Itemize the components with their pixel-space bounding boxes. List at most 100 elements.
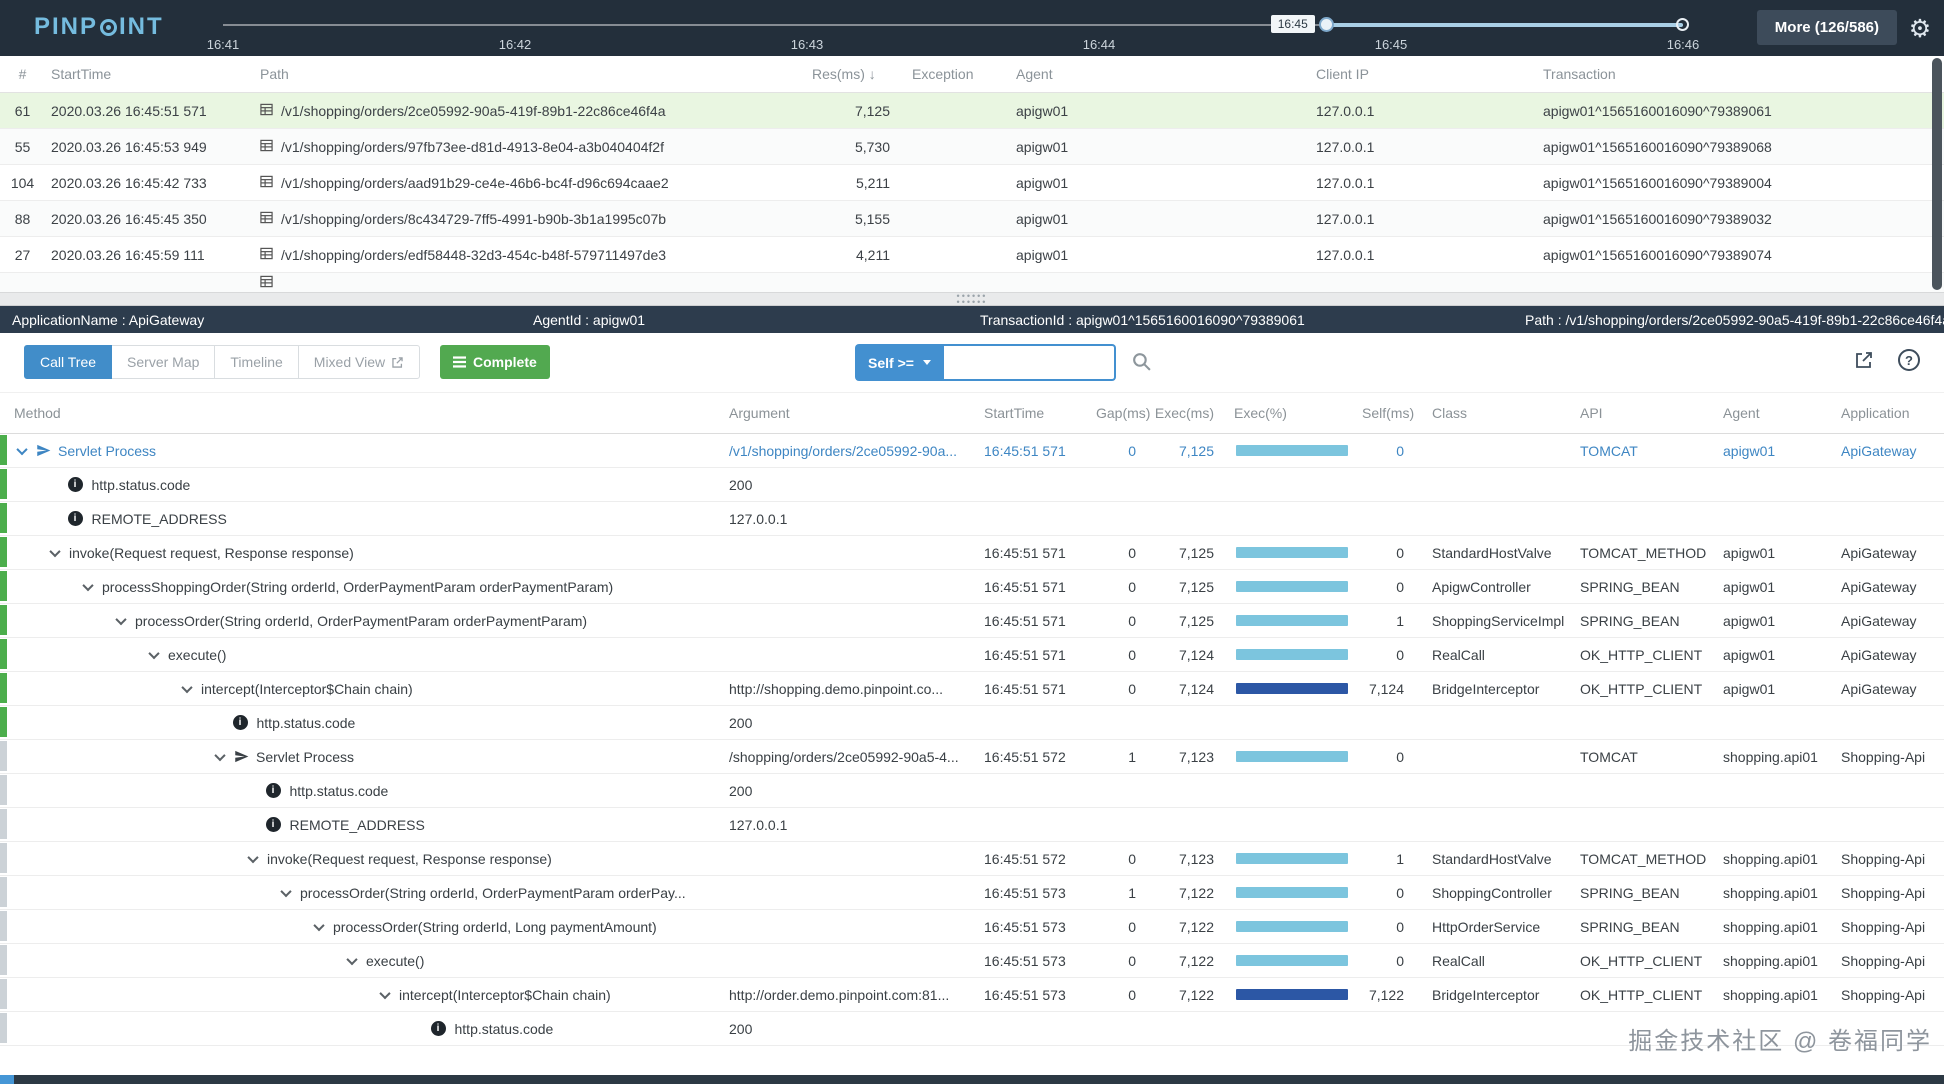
chevron-down-icon[interactable] — [181, 681, 192, 692]
tree-cell-exec-pct — [1230, 955, 1358, 966]
tree-cell-api: OK_HTTP_CLIENT — [1576, 987, 1719, 1003]
column-header-transaction[interactable]: Transaction — [1537, 66, 1944, 82]
chevron-down-icon[interactable] — [49, 545, 60, 556]
call-tree-row[interactable]: intercept(Interceptor$Chain chain)http:/… — [0, 978, 1944, 1012]
column-header-starttime[interactable]: StartTime — [45, 66, 254, 82]
call-tree-row[interactable]: invoke(Request request, Response respons… — [0, 842, 1944, 876]
call-tree-row[interactable]: processOrder(String orderId, OrderPaymen… — [0, 604, 1944, 638]
time-range-slider[interactable]: 16:45 16:4116:4216:4316:4416:4516:46 — [223, 0, 1683, 56]
chevron-down-icon[interactable] — [214, 749, 225, 760]
tree-cell-exec-ms: 7,122 — [1150, 953, 1230, 969]
tree-cell-method: Servlet Process — [0, 443, 725, 459]
tree-cell-starttime: 16:45:51 573 — [980, 987, 1092, 1003]
filter-type-select[interactable]: Self >= — [855, 344, 944, 381]
transaction-path-cell: /v1/shopping/orders/2ce05992-90a5-419f-8… — [254, 103, 806, 119]
column-header-exception[interactable]: Exception — [906, 66, 1010, 82]
complete-button[interactable]: Complete — [440, 345, 550, 379]
call-tree-row[interactable]: invoke(Request request, Response respons… — [0, 536, 1944, 570]
help-icon[interactable]: ? — [1898, 349, 1920, 371]
tab-timeline[interactable]: Timeline — [214, 345, 298, 379]
transaction-row[interactable]: 552020.03.26 16:45:53 949/v1/shopping/or… — [0, 129, 1944, 165]
external-link-icon — [391, 356, 404, 369]
chevron-down-icon[interactable] — [82, 579, 93, 590]
tree-column-argument: Argument — [725, 405, 980, 421]
call-tree-row[interactable]: Servlet Process/shopping/orders/2ce05992… — [0, 740, 1944, 774]
call-tree-row[interactable]: iREMOTE_ADDRESS127.0.0.1 — [0, 502, 1944, 536]
horizontal-scrollbar-thumb[interactable] — [0, 1075, 14, 1084]
transaction-row[interactable]: 612020.03.26 16:45:51 571/v1/shopping/or… — [0, 93, 1944, 129]
call-tree-row[interactable]: processOrder(String orderId, Long paymen… — [0, 910, 1944, 944]
method-name: processOrder(String orderId, Long paymen… — [333, 919, 657, 935]
tree-cell-application: ApiGateway — [1837, 579, 1944, 595]
tick-label: 16:44 — [1083, 37, 1116, 52]
tree-cell-argument: 127.0.0.1 — [725, 511, 980, 527]
call-tree-row[interactable]: processOrder(String orderId, OrderPaymen… — [0, 876, 1944, 910]
tree-column-exec-ms: Exec(ms) — [1150, 405, 1230, 421]
column-header-path[interactable]: Path — [254, 66, 806, 82]
transaction-row[interactable]: 882020.03.26 16:45:45 350/v1/shopping/or… — [0, 201, 1944, 237]
chevron-down-icon[interactable] — [346, 953, 357, 964]
column-header-agent[interactable]: Agent — [1010, 66, 1310, 82]
transaction-row[interactable]: 272020.03.26 16:45:59 111/v1/shopping/or… — [0, 237, 1944, 273]
tree-cell-argument: 200 — [725, 1021, 980, 1037]
tree-cell-exec-pct — [1230, 547, 1358, 558]
tree-cell-exec-pct — [1230, 853, 1358, 864]
column-header-res[interactable]: Res(ms) ↓ — [806, 66, 906, 82]
tree-cell-gap: 0 — [1092, 919, 1150, 935]
column-header-clientip[interactable]: Client IP — [1310, 66, 1537, 82]
column-header-num[interactable]: # — [0, 66, 45, 82]
call-tree-row[interactable]: execute()16:45:51 57307,1220RealCallOK_H… — [0, 944, 1944, 978]
settings-gear-icon[interactable]: ⚙ — [1902, 12, 1938, 46]
tree-cell-self: 0 — [1358, 953, 1428, 969]
chevron-down-icon[interactable] — [280, 885, 291, 896]
chevron-down-icon[interactable] — [379, 987, 390, 998]
transaction-num: 27 — [0, 247, 45, 263]
tree-cell-self: 0 — [1358, 545, 1428, 561]
call-tree-row[interactable]: intercept(Interceptor$Chain chain)http:/… — [0, 672, 1944, 706]
call-tree-row[interactable]: ihttp.status.code200 — [0, 706, 1944, 740]
toolbar-right-icons: ? — [1854, 349, 1920, 371]
transaction-path: /v1/shopping/orders/8c434729-7ff5-4991-b… — [281, 211, 666, 227]
tree-cell-agent: shopping.api01 — [1719, 953, 1837, 969]
slider-end-knob[interactable] — [1676, 18, 1689, 31]
table-icon — [260, 103, 273, 119]
tab-mixed-view[interactable]: Mixed View — [298, 345, 420, 379]
chevron-down-icon[interactable] — [247, 851, 258, 862]
tab-call-tree[interactable]: Call Tree — [24, 345, 112, 379]
slider-handle-tooltip: 16:45 — [1271, 15, 1315, 33]
call-tree-row[interactable]: execute()16:45:51 57107,1240RealCallOK_H… — [0, 638, 1944, 672]
call-tree-row[interactable]: Servlet Process/v1/shopping/orders/2ce05… — [0, 434, 1944, 468]
tree-cell-exec-ms: 7,123 — [1150, 749, 1230, 765]
tree-cell-api: OK_HTTP_CLIENT — [1576, 953, 1719, 969]
filter-value-input[interactable] — [944, 344, 1116, 381]
call-tree-row[interactable]: processShoppingOrder(String orderId, Ord… — [0, 570, 1944, 604]
search-button[interactable] — [1129, 349, 1154, 377]
tree-cell-api: TOMCAT_METHOD — [1576, 545, 1719, 561]
more-button[interactable]: More (126/586) — [1757, 10, 1897, 45]
call-tree-row[interactable]: ihttp.status.code200 — [0, 774, 1944, 808]
info-icon: i — [266, 817, 281, 832]
chevron-down-icon[interactable] — [16, 443, 27, 454]
tree-cell-gap: 1 — [1092, 749, 1150, 765]
open-in-new-window-icon[interactable] — [1854, 350, 1874, 370]
pane-splitter[interactable]: •••••••••••• — [0, 292, 1944, 306]
tree-cell-method: ihttp.status.code — [0, 1021, 725, 1037]
call-tree-row[interactable]: ihttp.status.code200 — [0, 468, 1944, 502]
chevron-down-icon[interactable] — [148, 647, 159, 658]
transaction-list-scrollbar[interactable] — [1932, 58, 1942, 290]
call-tree-row[interactable]: iREMOTE_ADDRESS127.0.0.1 — [0, 808, 1944, 842]
slider-handle[interactable] — [1319, 17, 1334, 32]
transaction-row[interactable]: 1042020.03.26 16:45:42 733/v1/shopping/o… — [0, 165, 1944, 201]
tree-cell-exec-ms: 7,122 — [1150, 885, 1230, 901]
horizontal-scrollbar-track[interactable] — [0, 1075, 1944, 1084]
chevron-down-icon[interactable] — [313, 919, 324, 930]
tree-cell-starttime: 16:45:51 573 — [980, 885, 1092, 901]
tree-cell-self: 0 — [1358, 579, 1428, 595]
tab-server-map[interactable]: Server Map — [111, 345, 215, 379]
transaction-row[interactable] — [0, 273, 1944, 292]
pinpoint-logo[interactable]: PINP INT — [34, 13, 164, 41]
tree-cell-exec-pct — [1230, 649, 1358, 660]
call-tree-row[interactable]: ihttp.status.code200 — [0, 1012, 1944, 1046]
sort-desc-icon[interactable]: ↓ — [869, 66, 876, 82]
chevron-down-icon[interactable] — [115, 613, 126, 624]
